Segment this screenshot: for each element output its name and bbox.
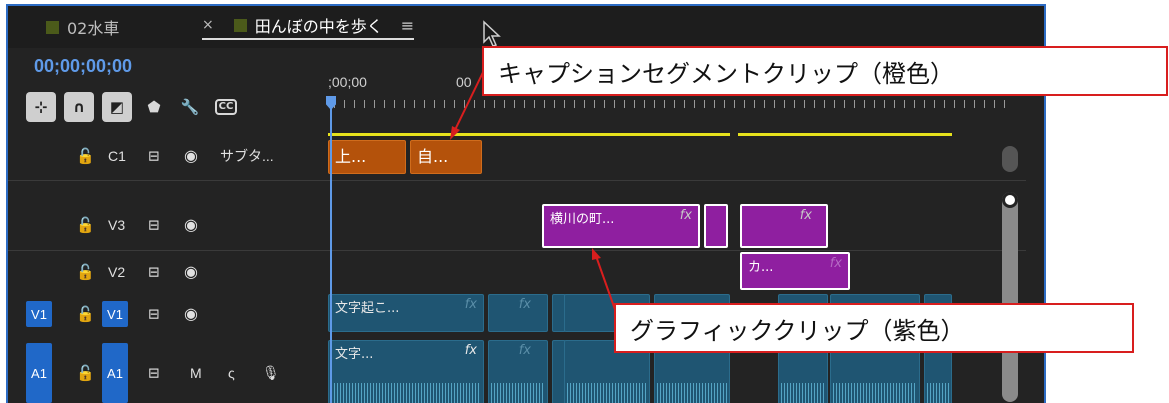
graphic-clip-callout: グラフィッククリップ（紫色）: [614, 303, 1134, 353]
callout-text: キャプションセグメントクリップ（橙色）: [498, 59, 954, 88]
caption-clip-callout: キャプションセグメントクリップ（橙色）: [482, 46, 1168, 96]
callout-text: グラフィッククリップ（紫色）: [630, 316, 965, 345]
